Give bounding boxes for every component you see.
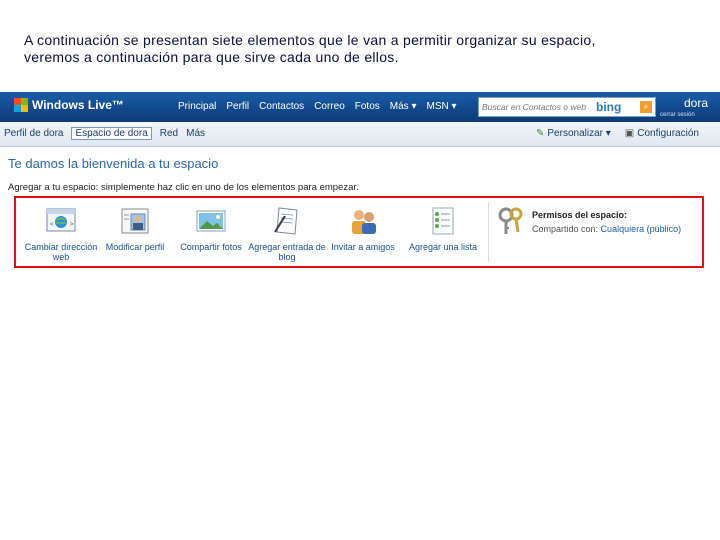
add-list-button[interactable]: Agregar una lista	[404, 206, 482, 252]
brush-icon: ✎	[536, 128, 545, 139]
page-title: Te damos la bienvenida a tu espacio	[8, 156, 219, 171]
search-box: bing ⌕	[478, 97, 656, 117]
windows-live-screenshot: Windows Live™ Principal Perfil Contactos…	[0, 92, 720, 270]
element-label: Modificar perfil	[105, 242, 165, 252]
photos-icon	[196, 210, 226, 232]
nav-msn-dropdown[interactable]: MSN ▾	[426, 101, 456, 112]
secondary-bar: Perfil de dora Espacio de dora Red Más ✎…	[0, 122, 720, 147]
element-label: Invitar a amigos	[331, 242, 395, 252]
svg-text:>: >	[70, 222, 74, 228]
search-input[interactable]	[479, 102, 592, 112]
blog-icon	[274, 207, 298, 235]
logout-link[interactable]: cerrar sesión	[660, 112, 695, 118]
panel-divider	[488, 202, 489, 262]
edit-profile-button[interactable]: Modificar perfil	[96, 206, 174, 252]
configuration-label: Configuración	[637, 128, 699, 139]
brand-name: Windows Live™	[32, 98, 124, 112]
bing-logo: bing	[596, 100, 622, 114]
keys-icon	[498, 207, 523, 234]
user-name[interactable]: dora	[684, 96, 708, 110]
tab-espacio-de-dora[interactable]: Espacio de dora	[71, 127, 152, 140]
personalize-label: Personalizar ▾	[547, 128, 611, 139]
nav-mas-dropdown[interactable]: Más ▾	[390, 101, 417, 112]
element-label: Agregar una lista	[408, 242, 478, 252]
nav-contactos[interactable]: Contactos	[259, 101, 304, 112]
main-nav: Principal Perfil Contactos Correo Fotos …	[178, 101, 457, 112]
permissions-title: Permisos del espacio:	[532, 210, 628, 220]
permissions-value: Compartido con: Cualquiera (público)	[532, 224, 681, 234]
tab-red[interactable]: Red	[160, 128, 178, 140]
add-blog-entry-button[interactable]: Agregar entrada de blog	[248, 206, 326, 262]
element-label: Cambiar dirección web	[24, 242, 98, 262]
windows-live-logo[interactable]: Windows Live™	[14, 98, 124, 112]
profile-icon	[121, 208, 149, 234]
search-button[interactable]: ⌕	[640, 101, 652, 113]
top-navigation-bar: Windows Live™ Principal Perfil Contactos…	[0, 92, 720, 122]
space-tools: ✎ Personalizar ▾ ▣ Configuración	[536, 128, 699, 139]
web-address-icon: < >	[46, 208, 76, 232]
element-label: Compartir fotos	[180, 242, 242, 252]
space-tabs: Perfil de dora Espacio de dora Red Más	[4, 127, 205, 140]
instruction-caption: A continuación se presentan siete elemen…	[24, 32, 704, 66]
configuration-button[interactable]: ▣ Configuración	[625, 128, 699, 139]
change-web-address-button[interactable]: < > Cambiar dirección web	[22, 206, 100, 262]
nav-correo[interactable]: Correo	[314, 101, 345, 112]
svg-text:<: <	[50, 222, 54, 228]
tab-mas[interactable]: Más	[186, 128, 205, 140]
caption-line-1: A continuación se presentan siete elemen…	[24, 32, 596, 48]
friends-icon	[352, 210, 376, 234]
personalize-button[interactable]: ✎ Personalizar ▾	[536, 128, 611, 139]
share-photos-button[interactable]: Compartir fotos	[172, 206, 250, 252]
permissions-link[interactable]: Cualquiera (público)	[601, 224, 682, 234]
add-hint-text: Agregar a tu espacio: simplemente haz cl…	[8, 182, 359, 193]
add-elements-panel: < > Cambiar dirección web Modificar perfi…	[14, 196, 704, 268]
nav-fotos[interactable]: Fotos	[355, 101, 380, 112]
search-icon: ⌕	[643, 102, 649, 111]
permissions-prefix: Compartido con:	[532, 224, 599, 234]
element-label: Agregar entrada de blog	[248, 242, 326, 262]
list-icon	[432, 207, 454, 235]
tab-perfil-de-dora[interactable]: Perfil de dora	[4, 128, 63, 140]
caption-line-2: veremos a continuación para que sirve ca…	[24, 49, 399, 65]
space-permissions[interactable]: Permisos del espacio: Compartido con: Cu…	[496, 204, 702, 264]
nav-principal[interactable]: Principal	[178, 101, 216, 112]
windows-flag-icon	[14, 98, 28, 112]
nav-perfil[interactable]: Perfil	[226, 101, 249, 112]
settings-icon: ▣	[624, 128, 635, 139]
invite-friends-button[interactable]: Invitar a amigos	[324, 206, 402, 252]
